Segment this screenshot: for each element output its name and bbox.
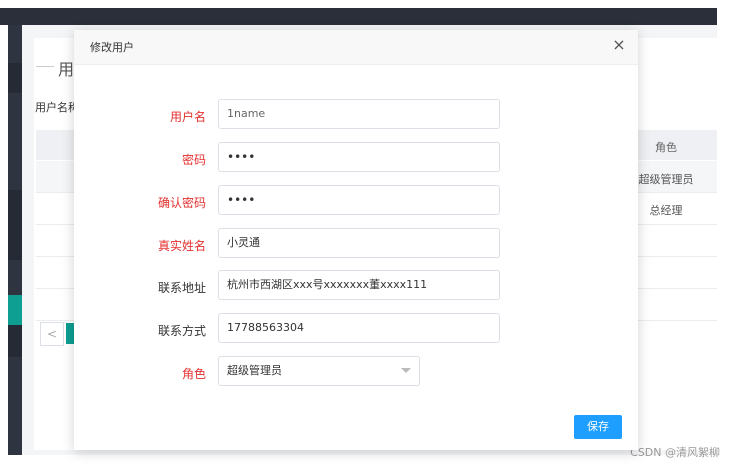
- save-button[interactable]: 保存: [574, 415, 622, 439]
- confirm-password-label: 确认密码: [157, 196, 206, 210]
- pager-prev-button[interactable]: <: [40, 322, 64, 346]
- password-label: 密码: [181, 153, 206, 167]
- table-cell-role: 总经理: [649, 204, 683, 217]
- arrow-left-icon: <: [46, 327, 58, 341]
- title-divider: [36, 66, 54, 67]
- table-cell-role: 超级管理员: [638, 173, 694, 186]
- username-input[interactable]: 1name: [218, 99, 500, 129]
- app-topbar: [0, 8, 717, 25]
- confirm-password-input[interactable]: ••••: [218, 185, 500, 215]
- app-sidebar: [8, 25, 22, 455]
- password-input[interactable]: ••••: [218, 142, 500, 172]
- dialog-header: 修改用户 ×: [74, 30, 638, 65]
- sidebar-item[interactable]: [8, 325, 22, 357]
- role-select[interactable]: 超级管理员: [218, 356, 420, 386]
- chevron-down-icon: [401, 368, 411, 373]
- phone-label: 联系方式: [157, 324, 206, 338]
- phone-input[interactable]: 17788563304: [218, 313, 500, 343]
- edit-user-dialog: 修改用户 × 用户名 1name 密码 •••• 确认密码 •••• 真实姓名 …: [74, 30, 638, 450]
- role-label: 角色: [181, 367, 206, 381]
- sidebar-item[interactable]: [8, 63, 22, 93]
- page-title: 用: [58, 60, 75, 79]
- role-select-value: 超级管理员: [227, 364, 282, 377]
- pager-page-active[interactable]: [66, 323, 74, 344]
- column-header-role: 角色: [655, 141, 677, 154]
- address-input[interactable]: 杭州市西湖区xxx号xxxxxxx董xxxx111: [218, 270, 500, 300]
- close-icon[interactable]: ×: [610, 36, 628, 54]
- filter-label: 用户名称: [35, 101, 79, 114]
- sidebar-item-active[interactable]: [8, 295, 22, 327]
- dialog-title: 修改用户: [90, 41, 134, 54]
- real-name-label: 真实姓名: [157, 239, 206, 253]
- sidebar-item[interactable]: [8, 190, 22, 260]
- watermark: CSDN @清风絮柳: [630, 446, 720, 459]
- username-label: 用户名: [169, 110, 206, 124]
- address-label: 联系地址: [157, 281, 206, 295]
- real-name-input[interactable]: 小灵通: [218, 228, 500, 258]
